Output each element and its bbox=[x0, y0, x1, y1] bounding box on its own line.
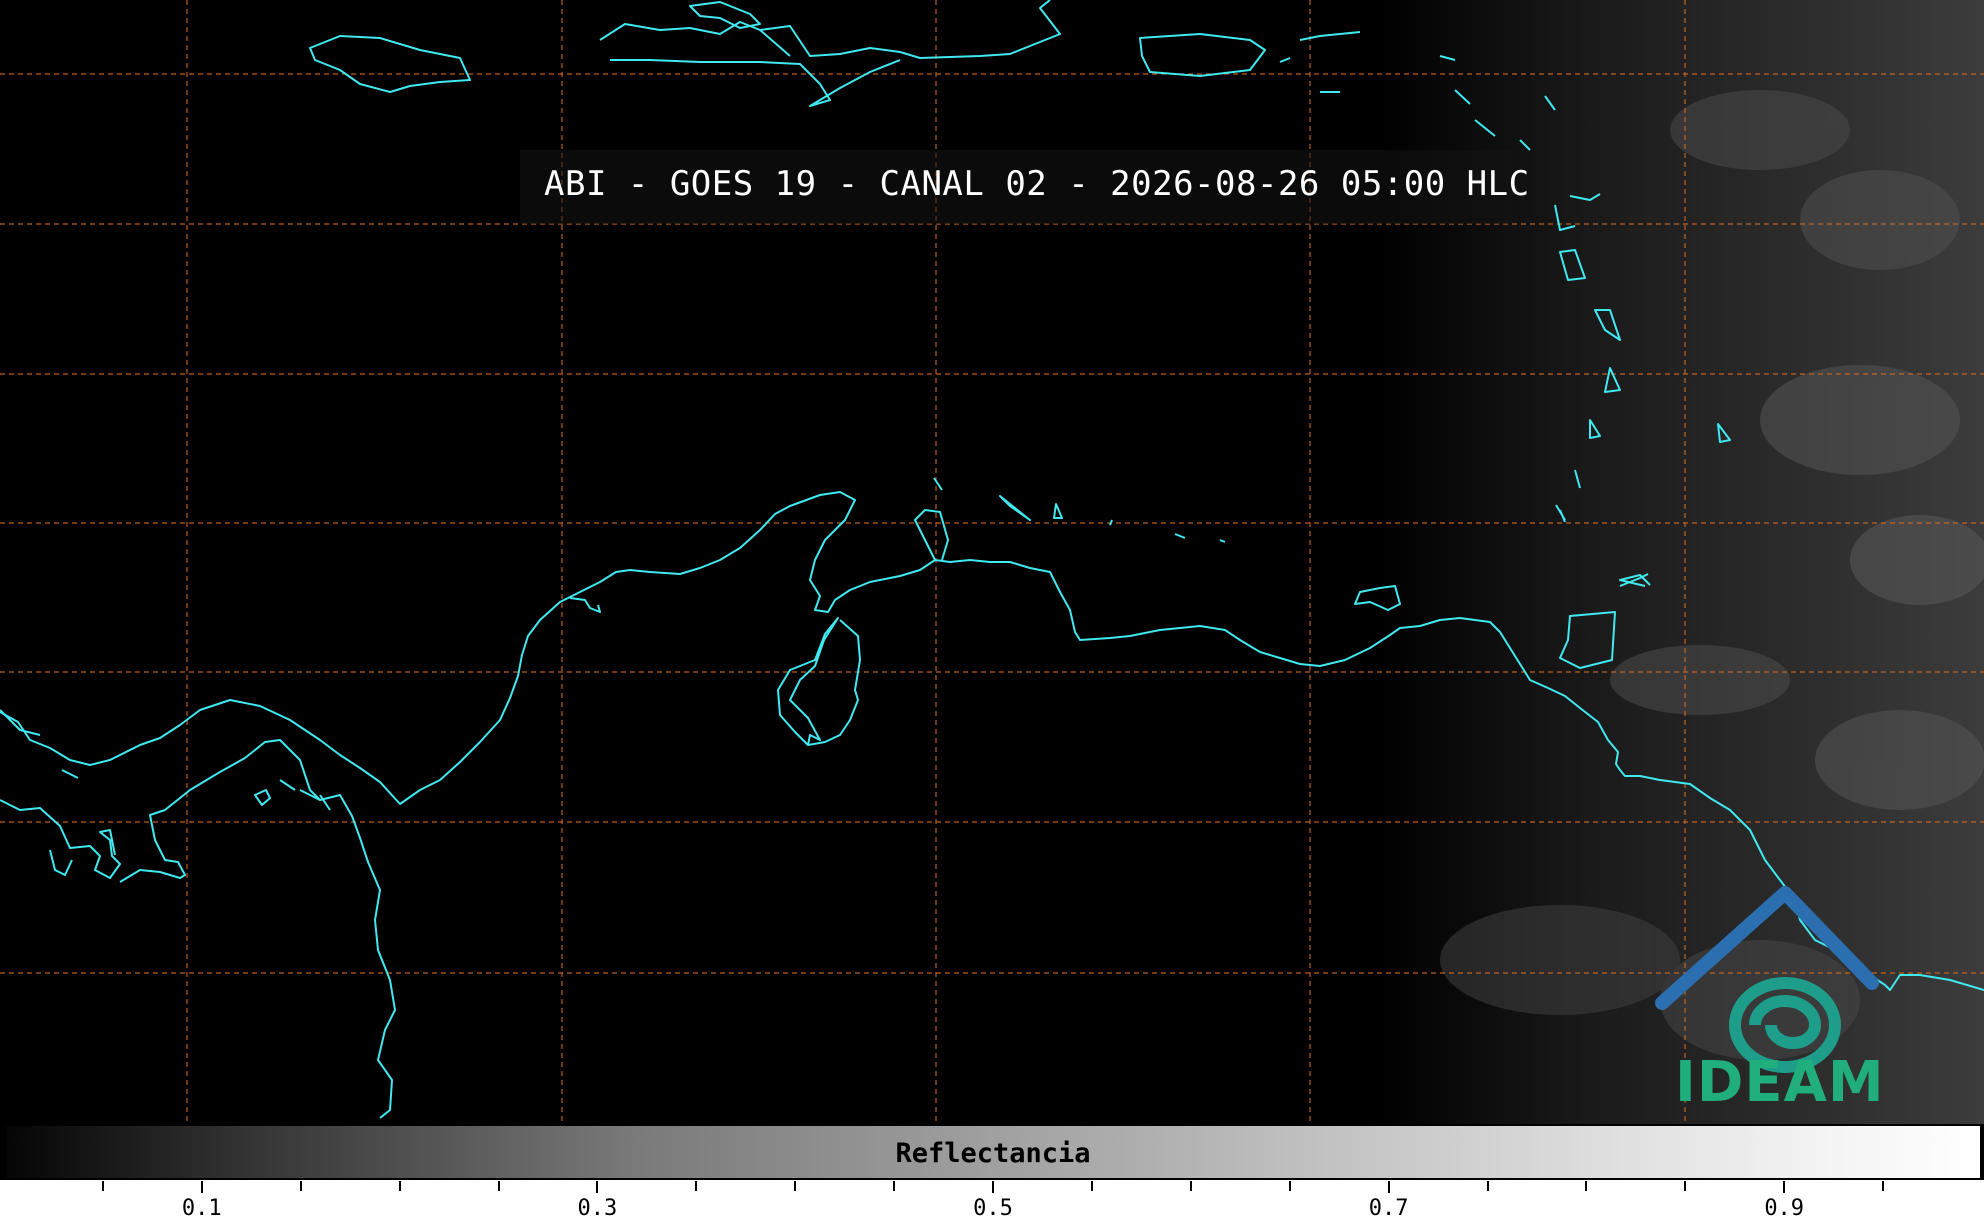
colorbar-major-tick bbox=[200, 1181, 203, 1193]
colorbar-major-tick bbox=[992, 1181, 994, 1193]
colorbar-minor-tick bbox=[1882, 1181, 1885, 1191]
colorbar-minor-tick bbox=[101, 1181, 104, 1191]
logo-text: IDEAM bbox=[1675, 1050, 1885, 1115]
colorbar-minor-tick bbox=[695, 1181, 698, 1191]
colorbar-minor-tick bbox=[1189, 1181, 1192, 1191]
colorbar-label: Reflectancia bbox=[895, 1138, 1091, 1169]
colorbar-major-tick bbox=[596, 1181, 599, 1193]
colorbar-tick-label: 0.3 bbox=[577, 1196, 618, 1221]
colorbar-tick-label: 0.5 bbox=[973, 1196, 1013, 1221]
colorbar-tick-label: 0.9 bbox=[1764, 1196, 1805, 1221]
colorbar-minor-tick bbox=[299, 1181, 302, 1191]
colorbar-minor-tick bbox=[1090, 1181, 1093, 1191]
colorbar-minor-tick bbox=[1486, 1181, 1489, 1191]
colorbar-tick-label: 0.1 bbox=[181, 1196, 222, 1221]
colorbar-minor-tick bbox=[497, 1181, 500, 1191]
colorbar-minor-tick bbox=[1585, 1181, 1588, 1191]
colorbar-major-tick bbox=[1387, 1181, 1390, 1193]
colorbar: Reflectancia bbox=[4, 1124, 1982, 1180]
colorbar-minor-tick bbox=[893, 1181, 896, 1191]
colorbar-tick-label: 0.7 bbox=[1368, 1196, 1409, 1221]
colorbar-minor-tick bbox=[1684, 1181, 1687, 1191]
colorbar-minor-tick bbox=[794, 1181, 797, 1191]
colorbar-minor-tick bbox=[398, 1181, 401, 1191]
map-title: ABI - GOES 19 - CANAL 02 - 2026-08-26 05… bbox=[544, 164, 1530, 204]
colorbar-major-tick bbox=[1783, 1181, 1786, 1193]
colorbar-minor-tick bbox=[1288, 1181, 1291, 1191]
